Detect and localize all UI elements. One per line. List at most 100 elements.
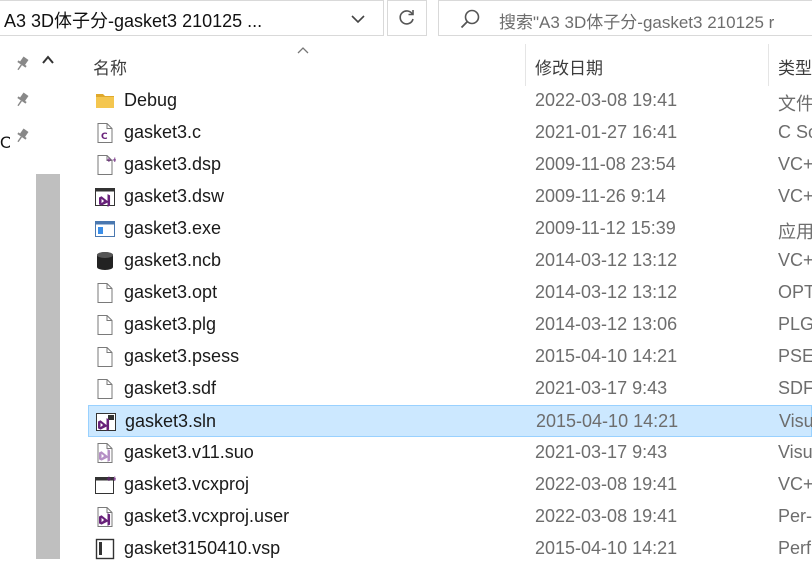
file-name[interactable]: gasket3.opt [124, 282, 217, 303]
pin-icon[interactable] [13, 91, 31, 109]
file-row[interactable]: Debug 2022-03-08 19:41 文件 [88, 85, 812, 117]
column-divider[interactable] [768, 44, 769, 86]
c-source-file-icon: C [94, 122, 116, 144]
file-row[interactable]: gasket3.dsw 2009-11-26 9:14 VC+ [88, 181, 812, 213]
column-header-row: 名称 修改日期 类型 [88, 44, 812, 86]
file-modified-date: 2014-03-12 13:06 [535, 314, 678, 334]
file-name[interactable]: gasket3.plg [124, 314, 216, 335]
performance-report-icon [94, 538, 116, 560]
file-row[interactable]: gasket3.psess 2015-04-10 14:21 PSES [88, 341, 812, 373]
sort-ascending-icon [296, 42, 310, 60]
file-modified-date: 2009-11-08 23:54 [535, 154, 676, 174]
file-modified-date: 2009-11-12 15:39 [535, 218, 676, 238]
file-type: OPT [778, 282, 812, 302]
nav-item-label[interactable]: ON [0, 133, 10, 153]
file-name[interactable]: gasket3.v11.suo [124, 442, 254, 463]
file-name[interactable]: Debug [124, 90, 177, 111]
column-header-type[interactable]: 类型 [778, 54, 812, 79]
file-type: 应用 [778, 222, 812, 242]
file-type: Visu [779, 411, 812, 431]
search-input[interactable]: 搜索"A3 3D体子分-gasket3 210125 r [499, 8, 774, 33]
file-type: SDF [778, 378, 812, 398]
file-row[interactable]: gasket3.ncb 2014-03-12 13:12 VC+ [88, 245, 812, 277]
file-row[interactable]: gasket3.v11.suo 2021-03-17 9:43 Visu [88, 437, 812, 469]
file-row[interactable]: gasket3.sdf 2021-03-17 9:43 SDF [88, 373, 812, 405]
file-list: 名称 修改日期 类型 Debug 2022-03-08 19:41 文件 Cgaske… [88, 44, 812, 560]
file-modified-date: 2015-04-10 14:21 [536, 411, 679, 431]
file-name[interactable]: gasket3.vcxproj [124, 474, 249, 495]
scrollbar-thumb[interactable] [36, 174, 60, 559]
vs-user-file-icon [94, 506, 116, 528]
search-box[interactable]: 搜索"A3 3D体子分-gasket3 210125 r [438, 0, 812, 36]
file-row[interactable]: gasket3.vcxproj.user 2022-03-08 19:41 Per- [88, 501, 812, 533]
pin-icon[interactable] [13, 55, 31, 73]
file-modified-date: 2015-04-10 14:21 [535, 538, 678, 558]
chevron-down-icon[interactable] [340, 5, 376, 33]
file-name[interactable]: gasket3.exe [124, 218, 221, 239]
file-modified-date: 2021-03-17 9:43 [535, 378, 668, 398]
visual-studio-options-icon [94, 442, 116, 464]
folder-icon [94, 90, 116, 112]
file-type: VC+ [778, 474, 812, 494]
file-type: PSES [778, 346, 812, 366]
address-path[interactable]: A3 3D体子分-gasket3 210125 ... [4, 7, 304, 33]
file-type: PLG [778, 314, 812, 334]
file-type: Perf [778, 538, 812, 558]
file-modified-date: 2009-11-26 9:14 [535, 186, 666, 206]
application-exe-icon [94, 218, 116, 240]
column-divider[interactable] [525, 44, 526, 86]
blank-file-icon [94, 346, 116, 368]
svg-text:++: ++ [106, 475, 116, 483]
address-bar[interactable]: A3 3D体子分-gasket3 210125 ... [0, 0, 384, 36]
file-modified-date: 2021-01-27 16:41 [535, 122, 678, 142]
file-row[interactable]: gasket3.sln 2015-04-10 14:21 Visu [88, 405, 812, 437]
file-name[interactable]: gasket3.vcxproj.user [124, 506, 289, 527]
file-name[interactable]: gasket3.psess [124, 346, 239, 367]
column-header-name[interactable]: 名称 [93, 54, 127, 79]
file-row[interactable]: gasket3.plg 2014-03-12 13:06 PLG [88, 309, 812, 341]
file-type: VC+ [778, 250, 812, 270]
scroll-up-button[interactable] [36, 48, 60, 72]
pin-icon[interactable] [13, 127, 31, 145]
visual-studio-workspace-icon [94, 186, 116, 208]
file-modified-date: 2014-03-12 13:12 [535, 250, 678, 270]
file-type: VC+ [778, 186, 812, 206]
vc-project-file-icon: ++ [94, 154, 118, 176]
file-row[interactable]: gasket3.exe 2009-11-12 15:39 应用 [88, 213, 812, 245]
svg-text:C: C [101, 132, 108, 142]
file-modified-date: 2022-03-08 19:41 [535, 474, 678, 494]
search-icon [459, 8, 481, 35]
file-name[interactable]: gasket3150410.vsp [124, 538, 280, 559]
chevron-up-icon [42, 55, 54, 64]
file-name[interactable]: gasket3.ncb [124, 250, 221, 271]
svg-text:++: ++ [106, 156, 116, 164]
visual-studio-solution-icon [95, 411, 117, 433]
file-row[interactable]: Cgasket3.c 2021-01-27 16:41 C So [88, 117, 812, 149]
refresh-button[interactable] [387, 0, 427, 36]
file-row[interactable]: ++ gasket3.dsp 2009-11-08 23:54 VC+ [88, 149, 812, 181]
vcxproj-file-icon: ++ [94, 474, 118, 496]
column-header-date[interactable]: 修改日期 [535, 54, 603, 79]
file-row[interactable]: ++ gasket3.vcxproj 2022-03-08 19:41 VC+ [88, 469, 812, 501]
file-type: Per- [778, 506, 812, 526]
file-modified-date: 2022-03-08 19:41 [535, 506, 678, 526]
file-type: VC+ [778, 154, 812, 174]
file-name[interactable]: gasket3.sln [125, 411, 216, 432]
blank-file-icon [94, 282, 116, 304]
file-name[interactable]: gasket3.sdf [124, 378, 216, 399]
database-file-icon [94, 250, 116, 272]
file-name[interactable]: gasket3.dsp [124, 154, 221, 175]
file-type: 文件 [778, 94, 812, 114]
file-modified-date: 2014-03-12 13:12 [535, 282, 678, 302]
file-type: Visu [778, 442, 812, 462]
navigation-pane: ON [0, 44, 64, 559]
file-row[interactable]: gasket3.opt 2014-03-12 13:12 OPT [88, 277, 812, 309]
blank-file-icon [94, 378, 116, 400]
file-modified-date: 2022-03-08 19:41 [535, 90, 678, 110]
refresh-icon [399, 10, 414, 25]
file-name[interactable]: gasket3.c [124, 122, 201, 143]
file-name[interactable]: gasket3.dsw [124, 186, 224, 207]
blank-file-icon [94, 314, 116, 336]
file-modified-date: 2021-03-17 9:43 [535, 442, 668, 462]
file-row[interactable]: gasket3150410.vsp 2015-04-10 14:21 Perf [88, 533, 812, 565]
